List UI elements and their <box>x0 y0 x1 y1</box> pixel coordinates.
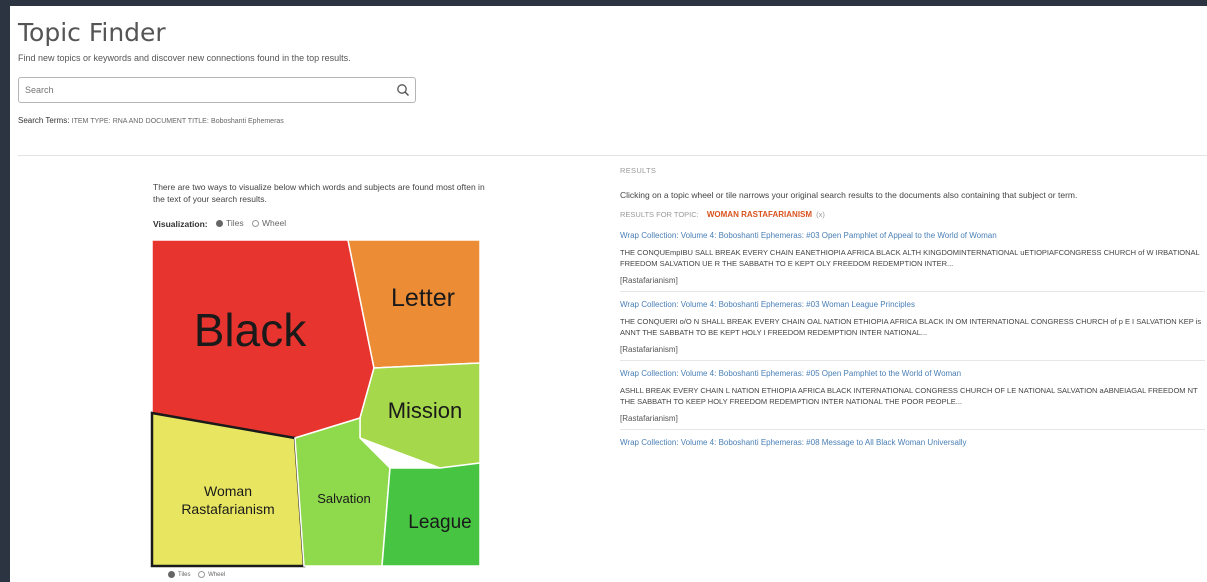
result-item: Wrap Collection: Volume 4: Boboshanti Ep… <box>620 430 1205 453</box>
bottom-radio-tiles-label: Tiles <box>178 571 191 578</box>
visualization-toggle: Visualization: Tiles Wheel <box>153 218 292 229</box>
result-title-link[interactable]: Wrap Collection: Volume 4: Boboshanti Ep… <box>620 438 1205 447</box>
visualization-label: Visualization: <box>153 218 208 229</box>
bottom-radio-wheel[interactable]: Wheel <box>198 571 225 578</box>
result-tag[interactable]: [Rastafarianism] <box>620 276 1205 285</box>
radio-wheel-label: Wheel <box>262 218 287 228</box>
tile-label-black: Black <box>194 304 307 356</box>
radio-tiles[interactable]: Tiles <box>216 218 244 228</box>
bottom-radio-wheel-label: Wheel <box>208 571 226 578</box>
result-item: Wrap Collection: Volume 4: Boboshanti Ep… <box>620 292 1205 361</box>
tile-label-salvation: Salvation <box>317 491 370 506</box>
tile-label-mission: Mission <box>388 398 463 423</box>
result-title-link[interactable]: Wrap Collection: Volume 4: Boboshanti Ep… <box>620 300 1205 309</box>
search-icon[interactable] <box>395 82 411 98</box>
result-snippet: ASHLL BREAK EVERY CHAIN L NATION ETHIOPI… <box>620 386 1198 406</box>
divider <box>18 155 1207 156</box>
result-item: Wrap Collection: Volume 4: Boboshanti Ep… <box>620 223 1205 292</box>
page-subtitle: Find new topics or keywords and discover… <box>18 53 351 63</box>
tile-label-letter: Letter <box>391 284 455 312</box>
results-intro: Clicking on a topic wheel or tile narrow… <box>620 190 1078 200</box>
visualization-description: There are two ways to visualize below wh… <box>153 182 485 204</box>
results-panel: RESULTS Clicking on a topic wheel or til… <box>620 166 1205 453</box>
result-tag[interactable]: [Rastafarianism] <box>620 414 1205 423</box>
search-term-1-value: RNA AND <box>112 118 144 125</box>
search-term-1-key: ITEM TYPE: <box>71 118 111 125</box>
search-terms-label: Search Terms: <box>18 116 70 125</box>
results-list: Wrap Collection: Volume 4: Boboshanti Ep… <box>620 223 1205 453</box>
radio-wheel[interactable]: Wheel <box>252 218 286 228</box>
results-topic-value: WOMAN RASTAFARIANISM <box>706 210 813 219</box>
visualization-bottom-toggle: Tiles Wheel <box>168 571 231 580</box>
result-title-link[interactable]: Wrap Collection: Volume 4: Boboshanti Ep… <box>620 369 1205 378</box>
page-title: Topic Finder <box>18 18 166 47</box>
topic-finder-page: Topic Finder Find new topics or keywords… <box>10 6 1207 582</box>
results-topic: RESULTS FOR TOPIC: WOMAN RASTAFARIANISM … <box>620 210 1205 219</box>
results-header: RESULTS <box>620 166 657 175</box>
tile-label-league: League <box>408 512 471 533</box>
remove-topic-button[interactable]: (x) <box>816 210 825 219</box>
search-term-2-key: DOCUMENT TITLE: <box>145 118 209 125</box>
topic-treemap: Black Letter Mission Woman Rastafarianis… <box>150 238 482 568</box>
radio-wheel-dot[interactable] <box>252 219 260 227</box>
tile-label-woman: Woman <box>204 483 252 499</box>
result-title-link[interactable]: Wrap Collection: Volume 4: Boboshanti Ep… <box>620 231 1205 240</box>
bottom-radio-tiles[interactable]: Tiles <box>168 571 190 578</box>
radio-tiles-dot[interactable] <box>216 219 224 227</box>
result-tag[interactable]: [Rastafarianism] <box>620 345 1205 354</box>
bottom-radio-wheel-dot[interactable] <box>198 571 206 578</box>
tile-label-rastafarianism: Rastafarianism <box>181 501 274 517</box>
search-terms: Search Terms: ITEM TYPE: RNA AND DOCUMEN… <box>18 116 284 125</box>
radio-tiles-label: Tiles <box>226 218 244 228</box>
result-snippet: THE CONQUEmpIBU SALL BREAK EVERY CHAIN E… <box>620 248 1200 268</box>
search-input[interactable] <box>25 83 385 97</box>
bottom-radio-tiles-dot[interactable] <box>168 571 175 578</box>
result-snippet: THE CONQUERI o/O N SHALL BREAK EVERY CHA… <box>620 317 1202 337</box>
search-term-2-value: Boboshanti Ephemeras <box>211 118 284 125</box>
result-item: Wrap Collection: Volume 4: Boboshanti Ep… <box>620 361 1205 430</box>
results-topic-label: RESULTS FOR TOPIC: <box>620 210 699 219</box>
search-box <box>18 77 416 103</box>
